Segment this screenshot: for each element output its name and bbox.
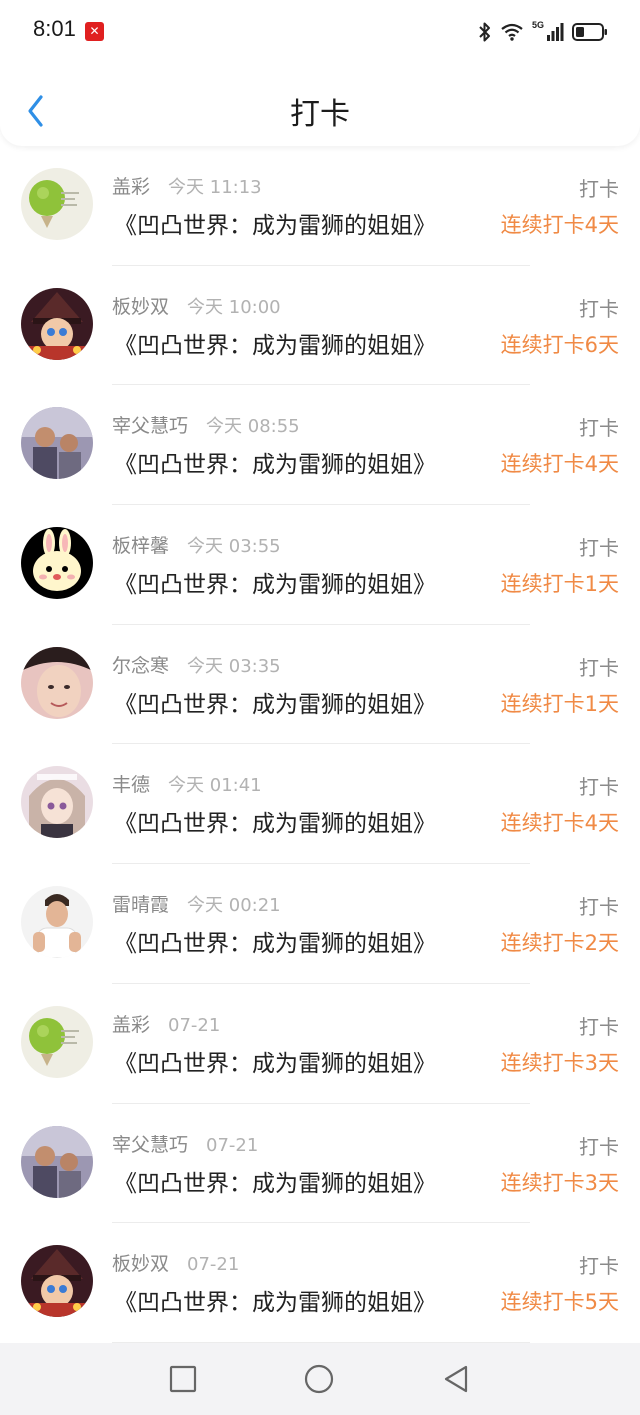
- username[interactable]: 丰德: [112, 774, 150, 796]
- book-title[interactable]: 《凹凸世界：成为雷狮的姐姐》: [114, 685, 436, 719]
- book-title[interactable]: 《凹凸世界：成为雷狮的姐姐》: [114, 1044, 436, 1078]
- timestamp: 今天 03:35: [187, 655, 281, 677]
- streak-label: 连续打卡2天: [500, 931, 619, 956]
- streak-label: 连续打卡3天: [500, 1170, 619, 1195]
- timestamp: 今天 01:41: [168, 775, 262, 797]
- square-icon: [169, 1365, 197, 1393]
- timestamp: 今天 08:55: [206, 416, 300, 438]
- streak-label: 连续打卡1天: [500, 691, 619, 716]
- user-line: 板梓馨 今天 03:55: [112, 531, 281, 558]
- action-label: 打卡: [579, 775, 619, 800]
- bluetooth-icon: [479, 22, 490, 42]
- username[interactable]: 板妙双: [112, 296, 169, 318]
- action-label: 打卡: [579, 655, 619, 680]
- wifi-icon: [501, 23, 523, 41]
- avatar[interactable]: [21, 287, 93, 360]
- username[interactable]: 雷晴霞: [112, 894, 169, 916]
- streak-label: 连续打卡4天: [500, 811, 619, 836]
- avatar[interactable]: [21, 1125, 93, 1198]
- timestamp: 07-21: [187, 1254, 240, 1276]
- recent-apps-button[interactable]: [167, 1363, 199, 1395]
- timestamp: 07-21: [168, 1014, 221, 1036]
- 5g-label: 5G: [531, 20, 544, 30]
- list-item[interactable]: 盖彩 今天 11:13 《凹凸世界：成为雷狮的姐姐》 打卡 连续打卡4天: [0, 146, 640, 266]
- notification-badge-icon: ✕: [85, 22, 104, 41]
- action-label: 打卡: [579, 536, 619, 561]
- home-button[interactable]: [303, 1363, 335, 1395]
- streak-label: 连续打卡3天: [500, 1050, 619, 1075]
- list-item[interactable]: 宰父慧巧 今天 08:55 《凹凸世界：成为雷狮的姐姐》 打卡 连续打卡4天: [0, 385, 640, 506]
- action-label: 打卡: [579, 1134, 619, 1159]
- username[interactable]: 尔念寒: [112, 655, 169, 677]
- action-label: 打卡: [579, 1254, 619, 1279]
- book-title[interactable]: 《凹凸世界：成为雷狮的姐姐》: [114, 1283, 436, 1317]
- status-icons: 5G: [478, 18, 608, 46]
- page-title: 打卡: [290, 97, 350, 132]
- streak-label: 连续打卡4天: [500, 452, 619, 477]
- timestamp: 今天 00:21: [187, 895, 281, 917]
- avatar[interactable]: [21, 407, 93, 480]
- avatar[interactable]: [21, 646, 93, 719]
- avatar[interactable]: [21, 527, 93, 600]
- header-card: 8:01 ✕ 5G 打卡: [0, 0, 640, 146]
- book-title[interactable]: 《凹凸世界：成为雷狮的姐姐》: [114, 445, 436, 479]
- user-line: 尔念寒 今天 03:35: [112, 651, 281, 678]
- username[interactable]: 宰父慧巧: [112, 1134, 188, 1156]
- timestamp: 07-21: [206, 1134, 259, 1156]
- timestamp: 今天 03:55: [187, 536, 281, 558]
- action-label: 打卡: [579, 296, 619, 321]
- avatar[interactable]: [21, 1245, 93, 1318]
- book-title[interactable]: 《凹凸世界：成为雷狮的姐姐》: [114, 804, 436, 838]
- streak-label: 连续打卡4天: [500, 213, 619, 237]
- avatar[interactable]: [21, 886, 93, 959]
- system-nav-bar: [0, 1343, 640, 1415]
- screen: 8:01 ✕ 5G 打卡 盖彩 今天 11:13 《凹凸世界：成为雷狮的姐姐》 …: [0, 0, 640, 1415]
- action-label: 打卡: [579, 1014, 619, 1039]
- list-item[interactable]: 宰父慧巧 07-21 《凹凸世界：成为雷狮的姐姐》 打卡 连续打卡3天: [0, 1104, 640, 1224]
- user-line: 盖彩 今天 11:13: [112, 172, 262, 199]
- book-title[interactable]: 《凹凸世界：成为雷狮的姐姐》: [114, 1164, 436, 1198]
- battery-icon: [572, 23, 607, 41]
- book-title[interactable]: 《凹凸世界：成为雷狮的姐姐》: [114, 565, 436, 599]
- action-label: 打卡: [579, 177, 619, 201]
- list-item[interactable]: 盖彩 07-21 《凹凸世界：成为雷狮的姐姐》 打卡 连续打卡3天: [0, 984, 640, 1104]
- avatar[interactable]: [21, 766, 93, 839]
- streak-label: 连续打卡6天: [500, 332, 619, 357]
- username[interactable]: 板梓馨: [112, 535, 169, 557]
- user-line: 雷晴霞 今天 00:21: [112, 890, 281, 917]
- user-line: 盖彩 07-21: [112, 1010, 220, 1037]
- avatar[interactable]: [21, 1005, 93, 1078]
- user-line: 宰父慧巧 07-21: [112, 1130, 258, 1157]
- username[interactable]: 板妙双: [112, 1253, 169, 1275]
- user-line: 丰德 今天 01:41: [112, 770, 262, 797]
- list-item[interactable]: 板妙双 今天 10:00 《凹凸世界：成为雷狮的姐姐》 打卡 连续打卡6天: [0, 266, 640, 386]
- system-back-button[interactable]: [440, 1363, 472, 1395]
- checkin-list[interactable]: 盖彩 今天 11:13 《凹凸世界：成为雷狮的姐姐》 打卡 连续打卡4天 板妙双今…: [0, 146, 640, 1343]
- username[interactable]: 盖彩: [112, 1014, 150, 1036]
- streak-label: 连续打卡1天: [500, 572, 619, 597]
- list-item[interactable]: 丰德 今天 01:41 《凹凸世界：成为雷狮的姐姐》 打卡 连续打卡4天: [0, 744, 640, 865]
- book-title[interactable]: 《凹凸世界：成为雷狮的姐姐》: [114, 326, 436, 360]
- status-time: 8:01: [33, 16, 76, 41]
- streak-label: 连续打卡5天: [500, 1290, 619, 1315]
- circle-icon: [304, 1364, 334, 1394]
- user-line: 板妙双 今天 10:00: [112, 292, 281, 319]
- username[interactable]: 宰父慧巧: [112, 415, 188, 437]
- triangle-back-icon: [444, 1365, 468, 1393]
- signal-icon: [547, 23, 564, 41]
- action-label: 打卡: [579, 895, 619, 920]
- book-title[interactable]: 《凹凸世界：成为雷狮的姐姐》: [114, 206, 436, 240]
- book-title[interactable]: 《凹凸世界：成为雷狮的姐姐》: [114, 924, 436, 958]
- user-line: 宰父慧巧 今天 08:55: [112, 411, 300, 438]
- list-item[interactable]: 板梓馨 今天 03:55 《凹凸世界：成为雷狮的姐姐》 打卡 连续打卡1天: [0, 505, 640, 625]
- action-label: 打卡: [579, 416, 619, 441]
- list-item[interactable]: 板妙双 07-21 《凹凸世界：成为雷狮的姐姐》 打卡 连续打卡5天: [0, 1223, 640, 1343]
- user-line: 板妙双 07-21: [112, 1249, 239, 1276]
- username[interactable]: 盖彩: [112, 176, 150, 198]
- avatar[interactable]: [21, 168, 93, 240]
- list-item[interactable]: 尔念寒 今天 03:35 《凹凸世界：成为雷狮的姐姐》 打卡 连续打卡1天: [0, 625, 640, 745]
- timestamp: 今天 11:13: [168, 177, 262, 198]
- list-item[interactable]: 雷晴霞 今天 00:21 《凹凸世界：成为雷狮的姐姐》 打卡 连续打卡2天: [0, 864, 640, 984]
- timestamp: 今天 10:00: [187, 296, 281, 318]
